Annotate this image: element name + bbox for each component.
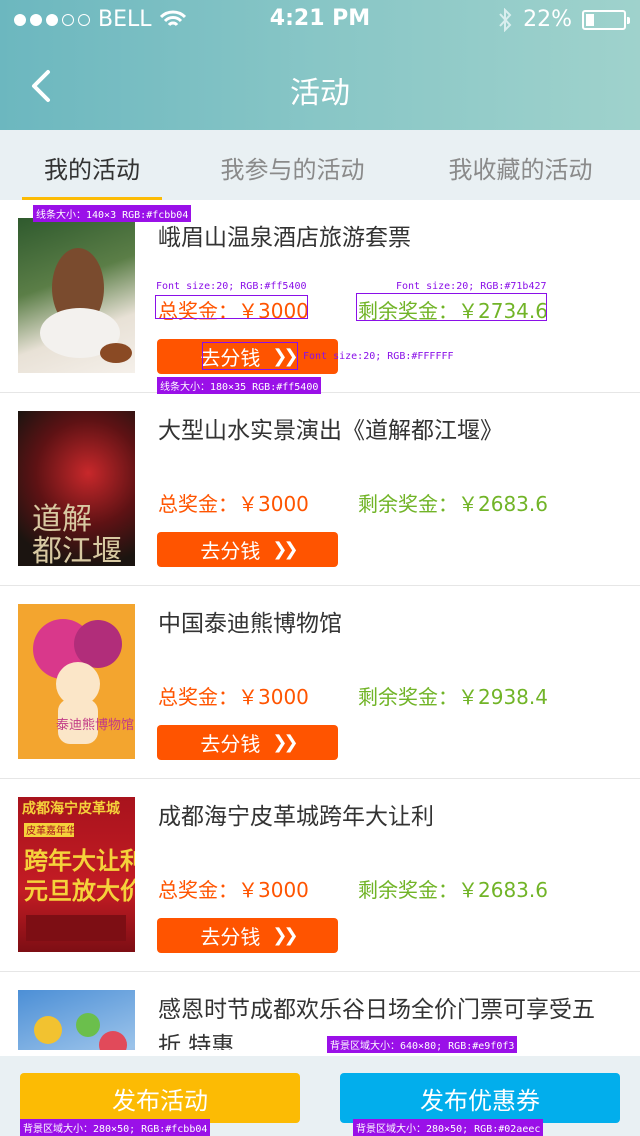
tab-bar: 我的活动 我参与的活动 我收藏的活动 [0,130,640,200]
activity-thumbnail: 道解 都江堰 [18,411,135,566]
activity-thumbnail: 成都海宁皮革城 皮革嘉年华 跨年大让利 元旦放大价 [18,797,135,952]
publish-coupon-button[interactable]: 发布优惠券 [340,1073,620,1123]
svg-text:皮革嘉年华: 皮革嘉年华 [26,824,76,837]
share-money-button[interactable]: 去分钱 ❯❯ [157,918,338,953]
annotation-total-box [155,295,308,319]
activity-thumbnail [18,990,135,1050]
svg-text:跨年大让利: 跨年大让利 [24,847,135,875]
tab-favorite-activities[interactable]: 我收藏的活动 [438,150,603,185]
activity-title: 成都海宁皮革城跨年大让利 [158,804,434,830]
svg-text:成都海宁皮革城: 成都海宁皮革城 [22,800,120,817]
total-prize: 总奖金：￥3000 [158,492,309,516]
activity-title: 大型山水实景演出《道解都江堰》 [158,418,503,444]
double-chevron-right-icon: ❯❯ [272,732,298,753]
annotation-right-button: 背景区域大小：280×50; RGB:#02aeec [353,1119,544,1136]
annotation-left-button: 背景区域大小：280×50; RGB:#fcbb04 [20,1119,211,1136]
double-chevron-right-icon: ❯❯ [272,925,298,946]
share-money-label: 去分钱 [200,732,261,756]
activity-thumbnail: 泰迪熊博物馆 [18,604,135,759]
total-prize: 总奖金：￥3000 [158,878,309,902]
annotation-tab-line: 线条大小：140×3 RGB:#fcbb04 [33,205,192,222]
nav-header: BELL 4:21 PM 22% 活动 [0,0,640,130]
svg-text:道解: 道解 [32,502,92,537]
list-item[interactable]: 感恩时节成都欢乐谷日场全价门票可享受五折 特惠 [0,972,640,1050]
annotation-remain-font: Font size:20; RGB:#71b427 [396,281,547,292]
annotation-bottom-bg: 背景区域大小：640×80; RGB:#e9f0f3 [327,1036,518,1053]
remaining-prize: 剩余奖金：￥2683.6 [358,878,548,902]
page-title: 活动 [290,76,350,111]
tab-my-activities[interactable]: 我的活动 [22,150,162,185]
battery-percent: 22% [523,7,572,32]
tab-joined-activities[interactable]: 我参与的活动 [210,150,375,185]
annotation-total-font: Font size:20; RGB:#ff5400 [156,281,307,292]
share-money-label: 去分钱 [200,539,261,563]
remaining-prize: 剩余奖金：￥2938.4 [358,685,548,709]
svg-text:元旦放大价: 元旦放大价 [24,877,135,905]
double-chevron-right-icon: ❯❯ [272,539,298,560]
activity-list: 峨眉山温泉酒店旅游套票 总奖金：￥3000 剩余奖金：￥2734.6 去分钱 ❯… [0,200,640,1050]
share-money-label: 去分钱 [200,925,261,949]
list-item[interactable]: 泰迪熊博物馆 中国泰迪熊博物馆 总奖金：￥3000 剩余奖金：￥2938.4 去… [0,586,640,779]
status-bar: BELL 4:21 PM 22% [0,0,640,40]
activity-thumbnail [18,218,135,373]
list-item[interactable]: 道解 都江堰 大型山水实景演出《道解都江堰》 总奖金：￥3000 剩余奖金：￥2… [0,393,640,586]
total-prize: 总奖金：￥3000 [158,685,309,709]
list-item[interactable]: 成都海宁皮革城 皮革嘉年华 跨年大让利 元旦放大价 成都海宁皮革城跨年大让利 总… [0,779,640,972]
annotation-button-font: Font size:20; RGB:#FFFFFF [303,351,454,362]
publish-activity-button[interactable]: 发布活动 [20,1073,300,1123]
battery-icon [582,9,630,30]
share-money-button[interactable]: 去分钱 ❯❯ [157,725,338,760]
share-money-button[interactable]: 去分钱 ❯❯ [157,532,338,567]
activity-title: 中国泰迪熊博物馆 [158,611,342,637]
bluetooth-icon [499,7,512,32]
annotation-button-text-box [202,342,298,370]
svg-text:泰迪熊博物馆: 泰迪熊博物馆 [56,717,134,733]
annotation-button-size: 线条大小：180×35 RGB:#ff5400 [157,377,322,394]
svg-text:都江堰: 都江堰 [32,534,122,566]
annotation-remain-box [356,293,547,321]
activity-title: 峨眉山温泉酒店旅游套票 [158,225,411,251]
remaining-prize: 剩余奖金：￥2683.6 [358,492,548,516]
